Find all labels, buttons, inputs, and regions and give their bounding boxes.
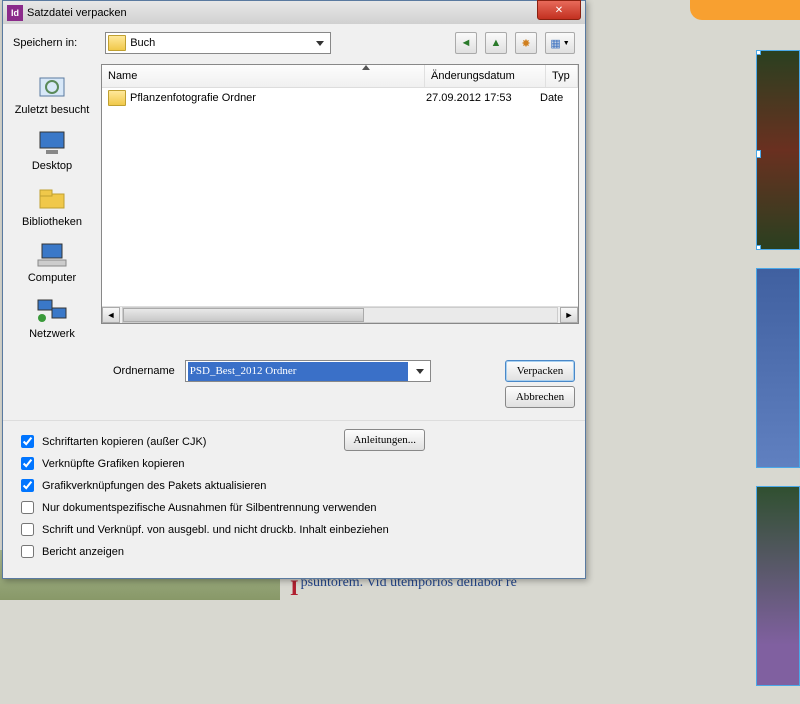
checkbox[interactable] xyxy=(21,545,34,558)
image-thumbnails xyxy=(756,50,800,704)
thumbnail-flower-2[interactable] xyxy=(756,268,800,468)
opt-copy-fonts[interactable]: Schriftarten kopieren (außer CJK) xyxy=(17,432,571,451)
package-dialog: Id Satzdatei verpacken ✕ Speichern in: B… xyxy=(2,0,586,579)
view-menu-icon[interactable]: ▦▼ xyxy=(545,32,575,54)
close-button[interactable]: ✕ xyxy=(537,0,581,20)
scroll-right-icon[interactable]: ► xyxy=(560,307,578,323)
indesign-icon: Id xyxy=(7,5,23,21)
thumbnail-flower-3[interactable] xyxy=(756,486,800,686)
list-row[interactable]: Pflanzenfotografie Ordner 27.09.2012 17:… xyxy=(102,88,578,108)
place-label: Computer xyxy=(3,272,101,284)
horizontal-scrollbar[interactable]: ◄ ► xyxy=(102,306,578,323)
dialog-body: Zuletzt besucht Desktop Bibliotheken Com… xyxy=(3,62,585,350)
scroll-thumb[interactable] xyxy=(123,308,364,322)
place-libraries[interactable]: Bibliotheken xyxy=(3,178,101,234)
back-icon[interactable]: ◄ xyxy=(455,32,477,54)
opt-hyphenation[interactable]: Nur dokumentspezifische Ausnahmen für Si… xyxy=(17,498,571,517)
filename-row: Ordnername Verpacken xyxy=(3,350,585,386)
location-combo[interactable]: Buch xyxy=(105,32,331,54)
scroll-left-icon[interactable]: ◄ xyxy=(102,307,120,323)
background-orange-strip xyxy=(690,0,800,20)
save-in-label: Speichern in: xyxy=(13,37,77,49)
place-label: Bibliotheken xyxy=(3,216,101,228)
opt-hidden-content[interactable]: Schrift und Verknüpf. von ausgebl. und n… xyxy=(17,520,571,539)
sort-asc-icon xyxy=(362,65,370,70)
checkbox[interactable] xyxy=(21,457,34,470)
foldername-input[interactable] xyxy=(188,362,408,381)
scroll-track[interactable] xyxy=(122,307,558,323)
location-row: Speichern in: Buch ◄ ▲ ✸ ▦▼ xyxy=(3,24,585,62)
new-folder-icon[interactable]: ✸ xyxy=(515,32,537,54)
foldername-combo[interactable] xyxy=(185,360,431,382)
place-label: Netzwerk xyxy=(3,328,101,340)
location-combo-text: Buch xyxy=(130,37,155,49)
opt-copy-graphics[interactable]: Verknüpfte Grafiken kopieren xyxy=(17,454,571,473)
col-modified[interactable]: Änderungsdatum xyxy=(425,65,546,87)
package-button[interactable]: Verpacken xyxy=(505,360,575,382)
cell-type: Date xyxy=(540,92,563,104)
col-type[interactable]: Typ xyxy=(546,65,578,87)
folder-icon xyxy=(108,35,126,51)
instructions-button[interactable]: Anleitungen... xyxy=(344,429,425,451)
file-list[interactable]: Name Änderungsdatum Typ Pflanzenfotograf… xyxy=(101,64,579,324)
checkbox[interactable] xyxy=(21,479,34,492)
options-panel: Anleitungen... Schriftarten kopieren (au… xyxy=(3,420,585,578)
checkbox[interactable] xyxy=(21,435,34,448)
cell-name: Pflanzenfotografie Ordner xyxy=(130,92,422,104)
list-header[interactable]: Name Änderungsdatum Typ xyxy=(102,65,578,88)
thumbnail-flower-1[interactable] xyxy=(756,50,800,250)
cancel-button[interactable]: Abbrechen xyxy=(505,386,575,408)
up-icon[interactable]: ▲ xyxy=(485,32,507,54)
chevron-down-icon xyxy=(416,369,424,374)
place-network[interactable]: Netzwerk xyxy=(3,290,101,346)
place-label: Zuletzt besucht xyxy=(3,104,101,116)
checkbox[interactable] xyxy=(21,523,34,536)
place-label: Desktop xyxy=(3,160,101,172)
cell-modified: 27.09.2012 17:53 xyxy=(426,92,536,104)
opt-update-links[interactable]: Grafikverknüpfungen des Pakets aktualisi… xyxy=(17,476,571,495)
folder-icon xyxy=(108,90,126,106)
place-desktop[interactable]: Desktop xyxy=(3,122,101,178)
checkbox[interactable] xyxy=(21,501,34,514)
place-recent[interactable]: Zuletzt besucht xyxy=(3,66,101,122)
place-computer[interactable]: Computer xyxy=(3,234,101,290)
foldername-label: Ordnername xyxy=(113,365,175,377)
col-name[interactable]: Name xyxy=(102,65,425,87)
opt-view-report[interactable]: Bericht anzeigen xyxy=(17,542,571,561)
dialog-title: Satzdatei verpacken xyxy=(27,7,127,19)
titlebar[interactable]: Id Satzdatei verpacken ✕ xyxy=(3,1,585,24)
chevron-down-icon xyxy=(316,41,324,46)
places-bar: Zuletzt besucht Desktop Bibliotheken Com… xyxy=(3,62,101,350)
